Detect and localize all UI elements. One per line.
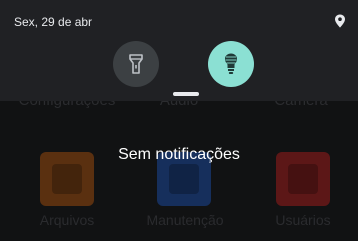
app-label-manutencao[interactable]: Manutenção bbox=[130, 212, 240, 228]
lightbulb-tile[interactable] bbox=[208, 41, 254, 87]
flashlight-icon bbox=[129, 54, 143, 74]
empty-notifications-text: Sem notificações bbox=[118, 146, 240, 163]
home-screen: Configurações Áudio Câmera Arquivos Manu… bbox=[0, 0, 358, 241]
location-pin-icon bbox=[335, 14, 345, 28]
status-date: Sex, 29 de abr bbox=[14, 15, 93, 29]
shade-drag-handle[interactable] bbox=[173, 92, 199, 96]
app-label-arquivos[interactable]: Arquivos bbox=[12, 212, 122, 228]
app-label-usuarios[interactable]: Usuários bbox=[248, 212, 358, 228]
notification-shade: Sex, 29 de abr bbox=[0, 0, 358, 101]
flashlight-tile[interactable] bbox=[113, 41, 159, 87]
lightbulb-icon bbox=[225, 53, 237, 74]
